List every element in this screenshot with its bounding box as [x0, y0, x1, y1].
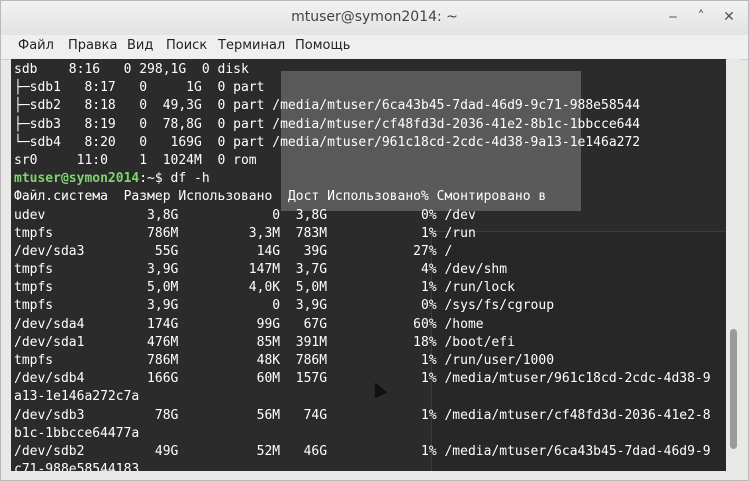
terminal-line: tmpfs 786M 48K 786M 1% /run/user/1000 — [14, 353, 555, 368]
terminal-window: mtuser@symon2014: ~ ‒ ˄ ✕ Файл Правка Ви… — [0, 0, 749, 481]
terminal-line: a13-1e146a272c7a — [14, 389, 140, 405]
terminal-line: ├─sdb3 8:19 0 78,8G 0 part /media/mtuser… — [14, 116, 641, 132]
terminal-line: mtuser@symon2014:~$ df -h — [14, 170, 711, 188]
menu-terminal[interactable]: Терминал — [218, 38, 285, 53]
title-bar[interactable]: mtuser@symon2014: ~ ‒ ˄ ✕ — [1, 1, 748, 35]
terminal-lines: sdb 8:16 0 298,1G 0 disk ├─sdb1 8:17 0 1G… — [14, 61, 711, 471]
terminal-line: c71-988e58544183 — [14, 462, 140, 471]
maximize-icon[interactable]: ˄ — [692, 8, 710, 26]
terminal-line: └─sdb4 8:20 0 169G 0 part /media/mtuser/… — [14, 134, 641, 150]
terminal-line: /dev/sdb4 166G 60M 157G 1% /media/mtuser… — [14, 371, 711, 387]
terminal-line: b1c-1bbcce64477a — [14, 425, 140, 441]
terminal-line: tmpfs 5,0M 4,0K 5,0M 1% /run/lock — [14, 280, 515, 296]
terminal-line: udev 3,8G 0 3,8G 0% /dev — [14, 207, 476, 223]
terminal-line: tmpfs 3,9G 0 3,9G 0% /sys/fs/cgroup — [14, 298, 555, 314]
scrollbar-thumb[interactable] — [730, 329, 737, 449]
window-title: mtuser@symon2014: ~ — [291, 9, 458, 25]
prompt-user: mtuser@symon2014 — [14, 171, 140, 187]
menu-file[interactable]: Файл — [18, 38, 54, 53]
close-icon[interactable]: ✕ — [720, 8, 738, 26]
terminal-line: tmpfs 3,9G 147M 3,7G 4% /dev/shm — [14, 262, 508, 278]
terminal-output[interactable]: sdb 8:16 0 298,1G 0 disk ├─sdb1 8:17 0 1G… — [11, 59, 726, 471]
menu-search[interactable]: Поиск — [166, 38, 207, 53]
terminal-line: ├─sdb2 8:18 0 49,3G 0 part /media/mtuser… — [14, 98, 641, 114]
terminal-line: sr0 11:0 1 1024M 0 rom — [14, 152, 257, 168]
terminal-line: /dev/sda4 174G 99G 67G 60% /home — [14, 316, 484, 332]
menu-bar: Файл Правка Вид Поиск Терминал Помощь — [1, 35, 748, 60]
prompt-command: :~$ df -h — [139, 171, 210, 187]
terminal-line: /dev/sdb3 78G 56M 74G 1% /media/mtuser/c… — [14, 407, 711, 423]
terminal-line: /dev/sdb2 49G 52M 46G 1% /media/mtuser/6… — [14, 443, 711, 459]
terminal-line: sdb 8:16 0 298,1G 0 disk — [14, 62, 249, 77]
menu-view[interactable]: Вид — [127, 38, 153, 53]
terminal-line: Файл.система Размер Использовано Дост Ис… — [14, 189, 547, 205]
terminal-line: ├─sdb1 8:17 0 1G 0 part — [14, 80, 265, 96]
minimize-icon[interactable]: ‒ — [664, 8, 682, 26]
terminal-line: /dev/sda3 55G 14G 39G 27% / — [14, 243, 453, 259]
terminal-line: tmpfs 786M 3,3M 783M 1% /run — [14, 225, 476, 241]
vertical-scrollbar[interactable] — [728, 59, 740, 471]
menu-edit[interactable]: Правка — [68, 38, 117, 53]
terminal-line: /dev/sda1 476M 85M 391M 18% /boot/efi — [14, 334, 515, 350]
menu-help[interactable]: Помощь — [295, 38, 350, 53]
